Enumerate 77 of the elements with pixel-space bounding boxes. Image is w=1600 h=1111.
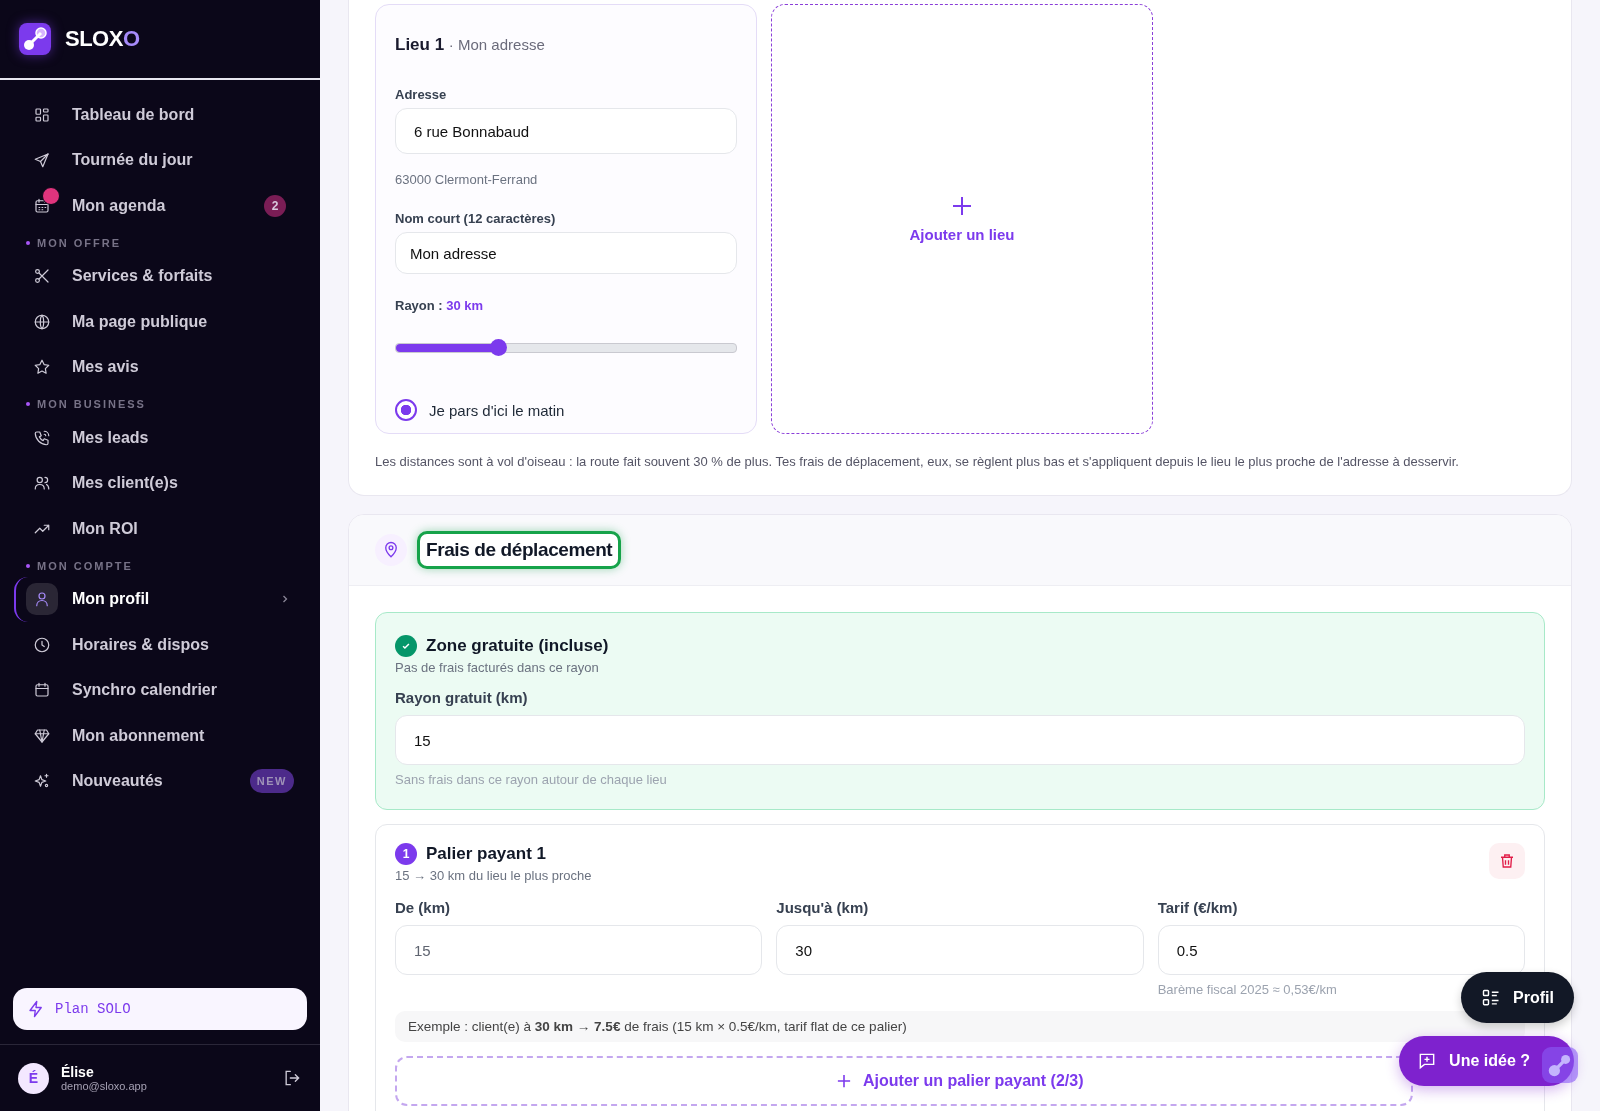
field-label: Nom court (12 caractères) [395,211,557,226]
field-label: De (km) [395,899,451,916]
input-field[interactable]: 0.5 [1157,925,1525,975]
logo-icon [19,23,51,55]
distance-note: Les distances sont à vol d'oiseau : la route fait souvent 30 % de plus. Tes frais de déplacement, eux, se règlent plus bas et s'appliquent depuis le lieu le plus proche de l'adresse à desservir. [375,454,1460,469]
add-tier-button[interactable]: Ajouter un palier payant (2/3) [395,1056,1413,1106]
nav-item[interactable]: Mes leads [14,415,306,461]
nav-section-label: MON COMPTE [14,551,306,577]
user-avatar: É [18,1062,49,1094]
nav-section-label: MON BUSINESS [14,390,306,415]
phone-icon [33,428,51,447]
nav-item[interactable]: Tableau de bord [14,92,306,138]
field-label: Jusqu'à (km) [776,899,870,916]
send-icon [33,151,51,170]
radio-button[interactable] [395,399,417,421]
free-radius-field[interactable]: 15 [395,715,1525,765]
input-field[interactable]: 30 [776,925,1144,975]
panel-subtitle: 15 → 30 km du lieu le plus proche [395,868,592,883]
nav-section-label: MON OFFRE [14,228,306,254]
profile-button[interactable]: Profil [1461,972,1574,1023]
list-icon [1481,987,1502,1008]
field-label: Rayon gratuit (km) [395,689,529,706]
grid-icon [33,105,51,124]
user-name: Élise [61,1064,95,1080]
add-location-button[interactable]: Ajouter un lieu [771,4,1153,434]
nav-item[interactable]: Mon profil [14,576,306,622]
panel-subtitle: Pas de frais facturés dans ce rayon [395,660,600,675]
nav-item[interactable]: Mon ROI [14,506,306,552]
count-badge: 2 [264,194,286,217]
nav-item[interactable]: Synchro calendrier [14,667,306,713]
radius-label: Rayon : 30 km [395,298,485,313]
calendar-icon [33,681,51,700]
lightning-icon [27,1000,45,1018]
feedback-button[interactable]: Une idée ? [1399,1036,1574,1086]
panel-title: Zone gratuite (incluse) [426,636,609,656]
scissors-icon [33,267,51,286]
nav-item[interactable]: Mes client(e)s [14,460,306,506]
brand-name: SLOXO [65,26,140,52]
city-text: 63000 Clermont-Ferrand [395,172,539,187]
nav-item[interactable]: Mes avis [14,344,306,390]
clock-icon [33,635,51,654]
nav-item[interactable]: Mon abonnement [14,713,306,759]
new-badge: NEW [249,769,294,794]
logo-icon [1542,1047,1578,1083]
address-field[interactable]: 6 rue Bonnabaud [395,108,737,154]
tier-number: 1 [395,843,417,865]
field-label: Adresse [395,87,448,102]
panel-title: Palier payant 1 [426,844,546,864]
chevron-right-icon [280,594,290,605]
nav-item[interactable]: Mon agenda 2 [14,183,306,229]
field-hint: Sans frais dans ce rayon autour de chaque lieu [395,772,668,787]
globe-icon [33,312,51,331]
short-name-field[interactable]: Mon adresse [395,232,737,274]
user-icon [33,590,51,609]
plus-icon [837,1074,851,1088]
delete-button[interactable] [1489,843,1525,879]
nav-item[interactable]: Services & forfaits [14,253,306,299]
plan-button[interactable]: Plan SOLO [13,988,307,1030]
nav-item[interactable]: Horaires & dispos [14,622,306,668]
star-icon [33,358,51,377]
nav-item[interactable]: Tournée du jour [14,137,306,183]
map-pin-icon [382,541,400,559]
slider-thumb[interactable] [490,339,507,356]
nav-item[interactable]: Ma page publique [14,299,306,345]
radio-label: Je pars d'ici le matin [429,401,565,419]
field-label: Tarif (€/km) [1157,899,1239,916]
plus-icon [952,195,972,216]
diamond-icon [33,726,51,745]
section-title: Frais de déplacement [417,531,622,569]
calendar-icon [33,196,51,215]
users-icon [33,474,51,493]
location-title: Lieu 1 · Mon adresse [395,35,546,55]
example-text: Exemple : client(e) à 30 km → 7.5€ de frais (15 km × 0.5€/km, tarif flat de ce palier) [395,1011,1525,1042]
trash-icon [1498,852,1516,870]
nav-item[interactable]: Nouveautés NEW [14,758,306,804]
check-icon [395,635,417,657]
user-email: demo@sloxo.app [61,1080,148,1092]
